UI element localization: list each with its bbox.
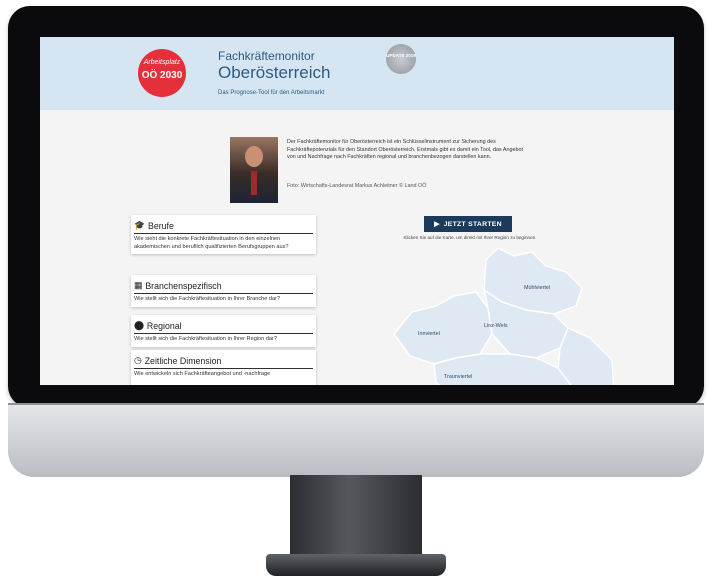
card-branchenspezifisch[interactable]: ▦ Branchenspezifisch Wie stellt sich die … <box>131 275 316 307</box>
photo-credit: Foto: Wirtschafts-Landesrat Markus Achle… <box>287 183 427 189</box>
logo-line2: OÖ 2030 <box>141 70 183 81</box>
region-innviertel[interactable] <box>393 291 493 365</box>
update-badge: UPDATE 2019 <box>386 44 416 74</box>
clock-icon: ◷ <box>134 355 142 365</box>
page-header: Arbeitsplatz OÖ 2030 Fachkräftemonitor O… <box>40 37 674 110</box>
map-marker-icon: ⬤ <box>134 320 144 330</box>
map-hint: Klicken Sie auf die Karte, um direkt mit… <box>403 235 537 240</box>
card-text: Wie sieht die konkrete Fachkräftesituati… <box>134 236 289 250</box>
card-title: Regional <box>146 320 182 331</box>
monitor-foot <box>266 554 446 576</box>
monitor-stand <box>290 475 422 557</box>
building-icon: ▦ <box>134 280 143 290</box>
region-label: Innviertel <box>418 331 440 337</box>
region-map[interactable] <box>376 242 616 385</box>
card-title: Berufe <box>147 220 174 231</box>
card-zeitliche-dimension[interactable]: ◷ Zeitliche Dimension Wie entwickeln sich… <box>131 350 316 385</box>
card-berufe[interactable]: 🎓 Berufe Wie sieht die konkrete Fachkräft… <box>131 215 316 254</box>
card-text: Wie stellt sich die Fachkräftesituation … <box>134 336 278 342</box>
region-label: Mühlviertel <box>524 285 551 291</box>
intro-text: Der Fachkräftemonitor für Oberösterreich… <box>287 139 524 161</box>
card-title: Branchenspezifisch <box>145 280 222 291</box>
region-label: Traunviertel <box>444 374 473 380</box>
play-icon: ▶ <box>434 221 440 228</box>
start-button[interactable]: ▶ JETZT STARTEN <box>424 216 512 232</box>
monitor-chin <box>8 403 704 477</box>
region-east[interactable] <box>557 326 615 385</box>
start-label: JETZT STARTEN <box>443 220 502 228</box>
graduation-cap-icon: 🎓 <box>134 220 145 230</box>
page-title: Oberösterreich <box>218 63 331 82</box>
logo-line1: Arbeitsplatz <box>143 59 181 66</box>
card-text: Wie stellt sich die Fachkräftesituation … <box>134 296 281 302</box>
screen: Arbeitsplatz OÖ 2030 Fachkräftemonitor O… <box>40 37 674 385</box>
region-traunviertel[interactable] <box>433 353 576 385</box>
arbeitsplatz-logo[interactable]: Arbeitsplatz OÖ 2030 <box>138 49 186 97</box>
region-label: Linz-Wels <box>484 323 508 329</box>
card-title: Zeitliche Dimension <box>144 355 222 366</box>
title-small: Fachkräftemonitor <box>218 49 315 63</box>
card-text: Wie entwickeln sich Fachkräfteangebot un… <box>134 371 271 377</box>
portrait-photo <box>230 137 278 203</box>
page-subtitle: Das Prognose-Tool für den Arbeitsmarkt <box>218 90 325 96</box>
card-regional[interactable]: ⬤ Regional Wie stellt sich die Fachkräfte… <box>131 315 316 347</box>
